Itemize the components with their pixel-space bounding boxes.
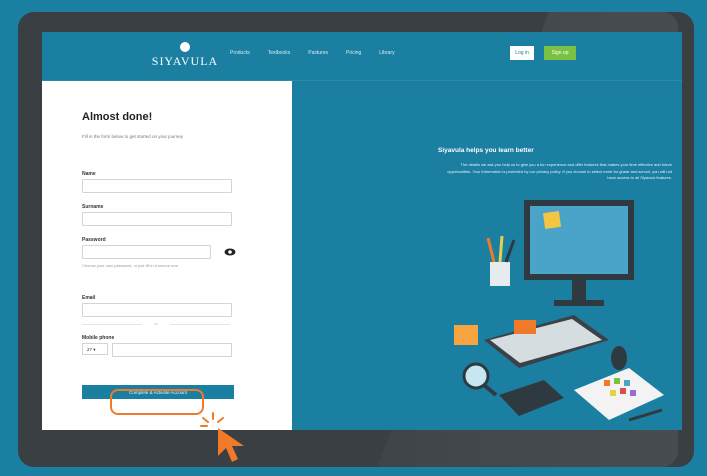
pencil-cup-icon	[486, 235, 516, 286]
password-hint: Choose your own password, or just fill i…	[82, 263, 178, 268]
notes-icon-2	[514, 320, 536, 334]
nav-link-pastures[interactable]: Pastures	[308, 50, 328, 56]
siyavula-logo[interactable]: SIYAVULA	[150, 42, 220, 70]
nav-link-library[interactable]: Library	[379, 50, 394, 56]
monitor-icon	[524, 200, 634, 306]
screen: SIYAVULA Products Textbooks Pastures Pri…	[42, 32, 682, 430]
eye-icon[interactable]	[224, 247, 236, 257]
password-field[interactable]	[82, 245, 211, 259]
or-divider: or	[82, 321, 230, 326]
signup-form: Almost done! Fill in the form below to g…	[42, 81, 292, 430]
pen-icon	[628, 408, 663, 422]
login-button[interactable]: Log in	[510, 46, 534, 60]
keyboard-icon	[484, 315, 609, 368]
promo-title: Siyavula helps you learn better	[438, 147, 534, 154]
top-navigation: SIYAVULA Products Textbooks Pastures Pri…	[42, 32, 682, 81]
form-title: Almost done!	[82, 111, 153, 123]
notes-icon	[454, 325, 478, 345]
sticky-note-icon	[542, 210, 562, 230]
mouse-icon	[611, 346, 627, 370]
logo-text: SIYAVULA	[151, 54, 219, 68]
promo-text: The details we ask you help us to give y…	[447, 162, 672, 180]
surname-field[interactable]	[82, 212, 232, 226]
cursor-arrow-icon	[218, 428, 244, 462]
highlight-ring	[110, 389, 204, 415]
email-label: Email	[82, 295, 96, 301]
nav-link-pricing[interactable]: Pricing	[346, 50, 361, 56]
country-code-select[interactable]: 27 ▾	[82, 343, 108, 355]
signup-button[interactable]: Sign up	[544, 46, 576, 60]
mobile-label: Mobile phone	[82, 335, 115, 341]
surname-label: Surname	[82, 204, 104, 210]
mobile-field[interactable]	[112, 343, 232, 357]
nav-link-products[interactable]: Products	[230, 50, 250, 56]
email-field[interactable]	[82, 303, 232, 317]
form-subtitle: Fill in the form below to get started on…	[82, 134, 184, 139]
tablet-icon	[499, 380, 564, 416]
password-label: Password	[82, 237, 106, 243]
name-field[interactable]	[82, 179, 232, 193]
magnifier-icon	[462, 362, 498, 397]
logo-mark-icon	[180, 42, 190, 52]
nav-link-textbooks[interactable]: Textbooks	[268, 50, 291, 56]
desk-illustration	[454, 200, 664, 422]
name-label: Name	[82, 171, 96, 177]
nav-links: Products Textbooks Pastures Pricing Libr…	[230, 50, 395, 56]
